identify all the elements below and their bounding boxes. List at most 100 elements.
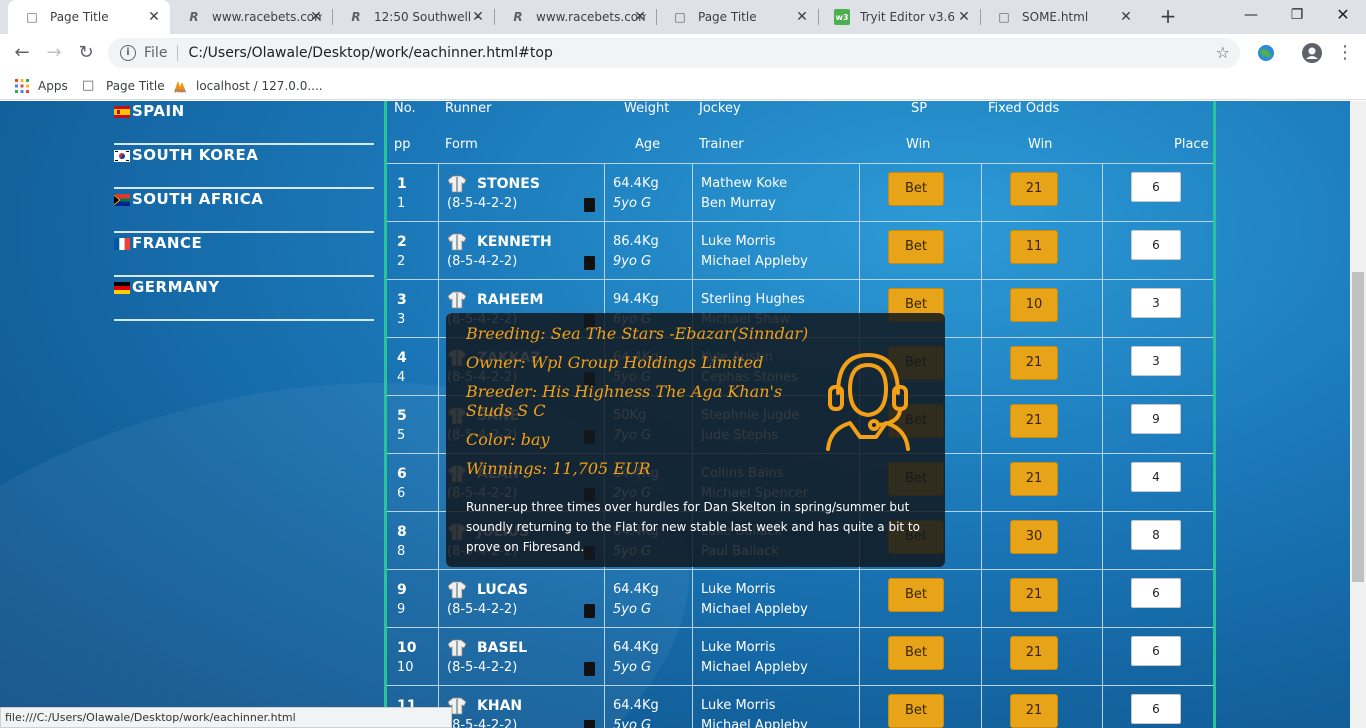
profile-avatar-icon[interactable] [1302,43,1322,63]
tab-page-title-2[interactable]: □ Page Title ✕ [656,0,818,34]
bookmark-label: Apps [38,79,68,93]
scrollbar-thumb[interactable] [1352,272,1364,582]
close-tab-icon[interactable]: ✕ [470,9,486,25]
close-tab-icon[interactable]: ✕ [956,9,972,25]
fixed-odds-win-button[interactable]: 21 [1010,172,1058,206]
runner-weight: 86.4Kg [613,234,659,249]
tab-title: SOME.html [1022,10,1089,24]
place-odds-box[interactable]: 6 [1131,230,1181,260]
place-odds-box[interactable]: 6 [1131,694,1181,724]
country-name: SOUTH KOREA [132,146,259,164]
bookmark-label: localhost / 127.0.0.... [196,79,323,93]
place-odds-box[interactable]: 8 [1131,520,1181,550]
tab-some-html[interactable]: □ SOME.html ✕ [980,0,1142,34]
close-tab-icon[interactable]: ✕ [146,9,162,25]
address-url[interactable]: C:/Users/Olawale/Desktop/work/eachinner.… [188,45,552,61]
fixed-odds-win-button[interactable]: 21 [1010,404,1058,438]
reload-icon[interactable]: ↻ [74,41,98,65]
runner-jockey: Luke Morris [701,582,776,597]
header-sp: SP [911,101,928,116]
bookmark-apps[interactable]: Apps [14,77,68,95]
bet-button[interactable]: Bet [888,172,944,206]
fixed-odds-win-button[interactable]: 21 [1010,346,1058,380]
page-scrollbar[interactable] [1350,101,1366,728]
tab-racebets-1[interactable]: R www.racebets.com ✕ [170,0,332,34]
tab-racebets-2[interactable]: R www.racebets.com ✕ [494,0,656,34]
book-icon[interactable] [584,662,595,676]
racebets-icon: R [189,10,199,24]
runner-name[interactable]: KHAN [477,696,522,716]
runner-form: (8-5-4-2-2) [447,254,518,269]
close-tab-icon[interactable]: ✕ [794,9,810,25]
fixed-odds-win-button[interactable]: 11 [1010,230,1058,264]
minimize-icon[interactable]: — [1228,0,1274,30]
tab-southwell[interactable]: R 12:50 Southwell - ✕ [332,0,494,34]
country-link-spain[interactable]: SPAIN [114,101,374,145]
country-link-south-africa[interactable]: SOUTH AFRICA [114,189,374,233]
runner-pp: 1 [397,196,406,211]
runner-weight: 94.4Kg [613,292,659,307]
fixed-odds-win-button[interactable]: 21 [1010,462,1058,496]
address-bar[interactable]: i File C:/Users/Olawale/Desktop/work/eac… [108,38,1240,68]
table-row: 10 10 BASEL (8-5-4-2-2) 64.4Kg 5yo G Luke Morr… [387,627,1213,686]
runner-name[interactable]: STONES [477,174,540,194]
country-link-germany[interactable]: GERMANY [114,277,374,321]
bet-button[interactable]: Bet [888,230,944,264]
fixed-odds-win-button[interactable]: 21 [1010,694,1058,728]
menu-kebab-icon[interactable]: ⋮ [1336,42,1354,64]
bet-button[interactable]: Bet [888,578,944,612]
place-odds-box[interactable]: 6 [1131,636,1181,666]
runner-age: 5yo G [613,196,652,211]
bet-button[interactable]: Bet [888,694,944,728]
new-tab-button[interactable]: + [1156,5,1180,29]
fixed-odds-win-button[interactable]: 10 [1010,288,1058,322]
runner-name[interactable]: LUCAS [477,580,528,600]
country-name: FRANCE [132,234,203,252]
runner-name[interactable]: RAHEEM [477,290,543,310]
fixed-odds-win-button[interactable]: 21 [1010,636,1058,670]
country-link-france[interactable]: FRANCE [114,233,374,277]
tab-tryit-editor[interactable]: w3 Tryit Editor v3.6 ✕ [818,0,980,34]
tab-page-title-active[interactable]: □ Page Title ✕ [8,0,170,34]
info-icon[interactable]: i [120,45,136,61]
browser-toolbar: ← → ↻ i File C:/Users/Olawale/Desktop/wo… [0,34,1366,72]
book-icon[interactable] [584,198,595,212]
place-odds-box[interactable]: 4 [1131,462,1181,492]
jockey-silks-icon [447,175,467,193]
runner-name[interactable]: BASEL [477,638,527,658]
jockey-silks-icon [447,291,467,309]
country-name: SOUTH AFRICA [132,190,264,208]
place-odds-box[interactable]: 3 [1131,346,1181,376]
forward-arrow-icon[interactable]: → [42,41,66,65]
jockey-silks-icon [447,581,467,599]
fixed-odds-win-button[interactable]: 30 [1010,520,1058,554]
page-icon: □ [26,10,38,24]
bet-button[interactable]: Bet [888,636,944,670]
place-odds-box[interactable]: 3 [1131,288,1181,318]
place-odds-box[interactable]: 6 [1131,578,1181,608]
book-icon[interactable] [584,256,595,270]
maximize-icon[interactable]: ❐ [1274,0,1320,30]
close-tab-icon[interactable]: ✕ [308,9,324,25]
back-arrow-icon[interactable]: ← [10,41,34,65]
close-tab-icon[interactable]: ✕ [1118,9,1134,25]
close-window-icon[interactable]: ✕ [1320,0,1366,30]
col-number [387,570,439,628]
book-icon[interactable] [584,720,595,728]
runner-age: 5yo G [613,602,652,617]
runner-weight: 64.4Kg [613,582,659,597]
runner-number: 10 [397,640,417,656]
place-odds-box[interactable]: 9 [1131,404,1181,434]
bookmark-localhost[interactable]: PMA localhost / 127.0.0.... [172,77,323,95]
place-odds-box[interactable]: 6 [1131,172,1181,202]
close-tab-icon[interactable]: ✕ [632,9,648,25]
globe-extension-icon[interactable] [1256,43,1276,63]
bookmark-page-title[interactable]: □ Page Title [82,77,165,95]
header-no: No. [394,101,416,116]
book-icon[interactable] [584,604,595,618]
bookmark-star-icon[interactable]: ☆ [1216,43,1230,62]
runner-name[interactable]: KENNETH [477,232,552,252]
fixed-odds-win-button[interactable]: 21 [1010,578,1058,612]
country-link-south-korea[interactable]: SOUTH KOREA [114,145,374,189]
runner-pp: 9 [397,602,406,617]
